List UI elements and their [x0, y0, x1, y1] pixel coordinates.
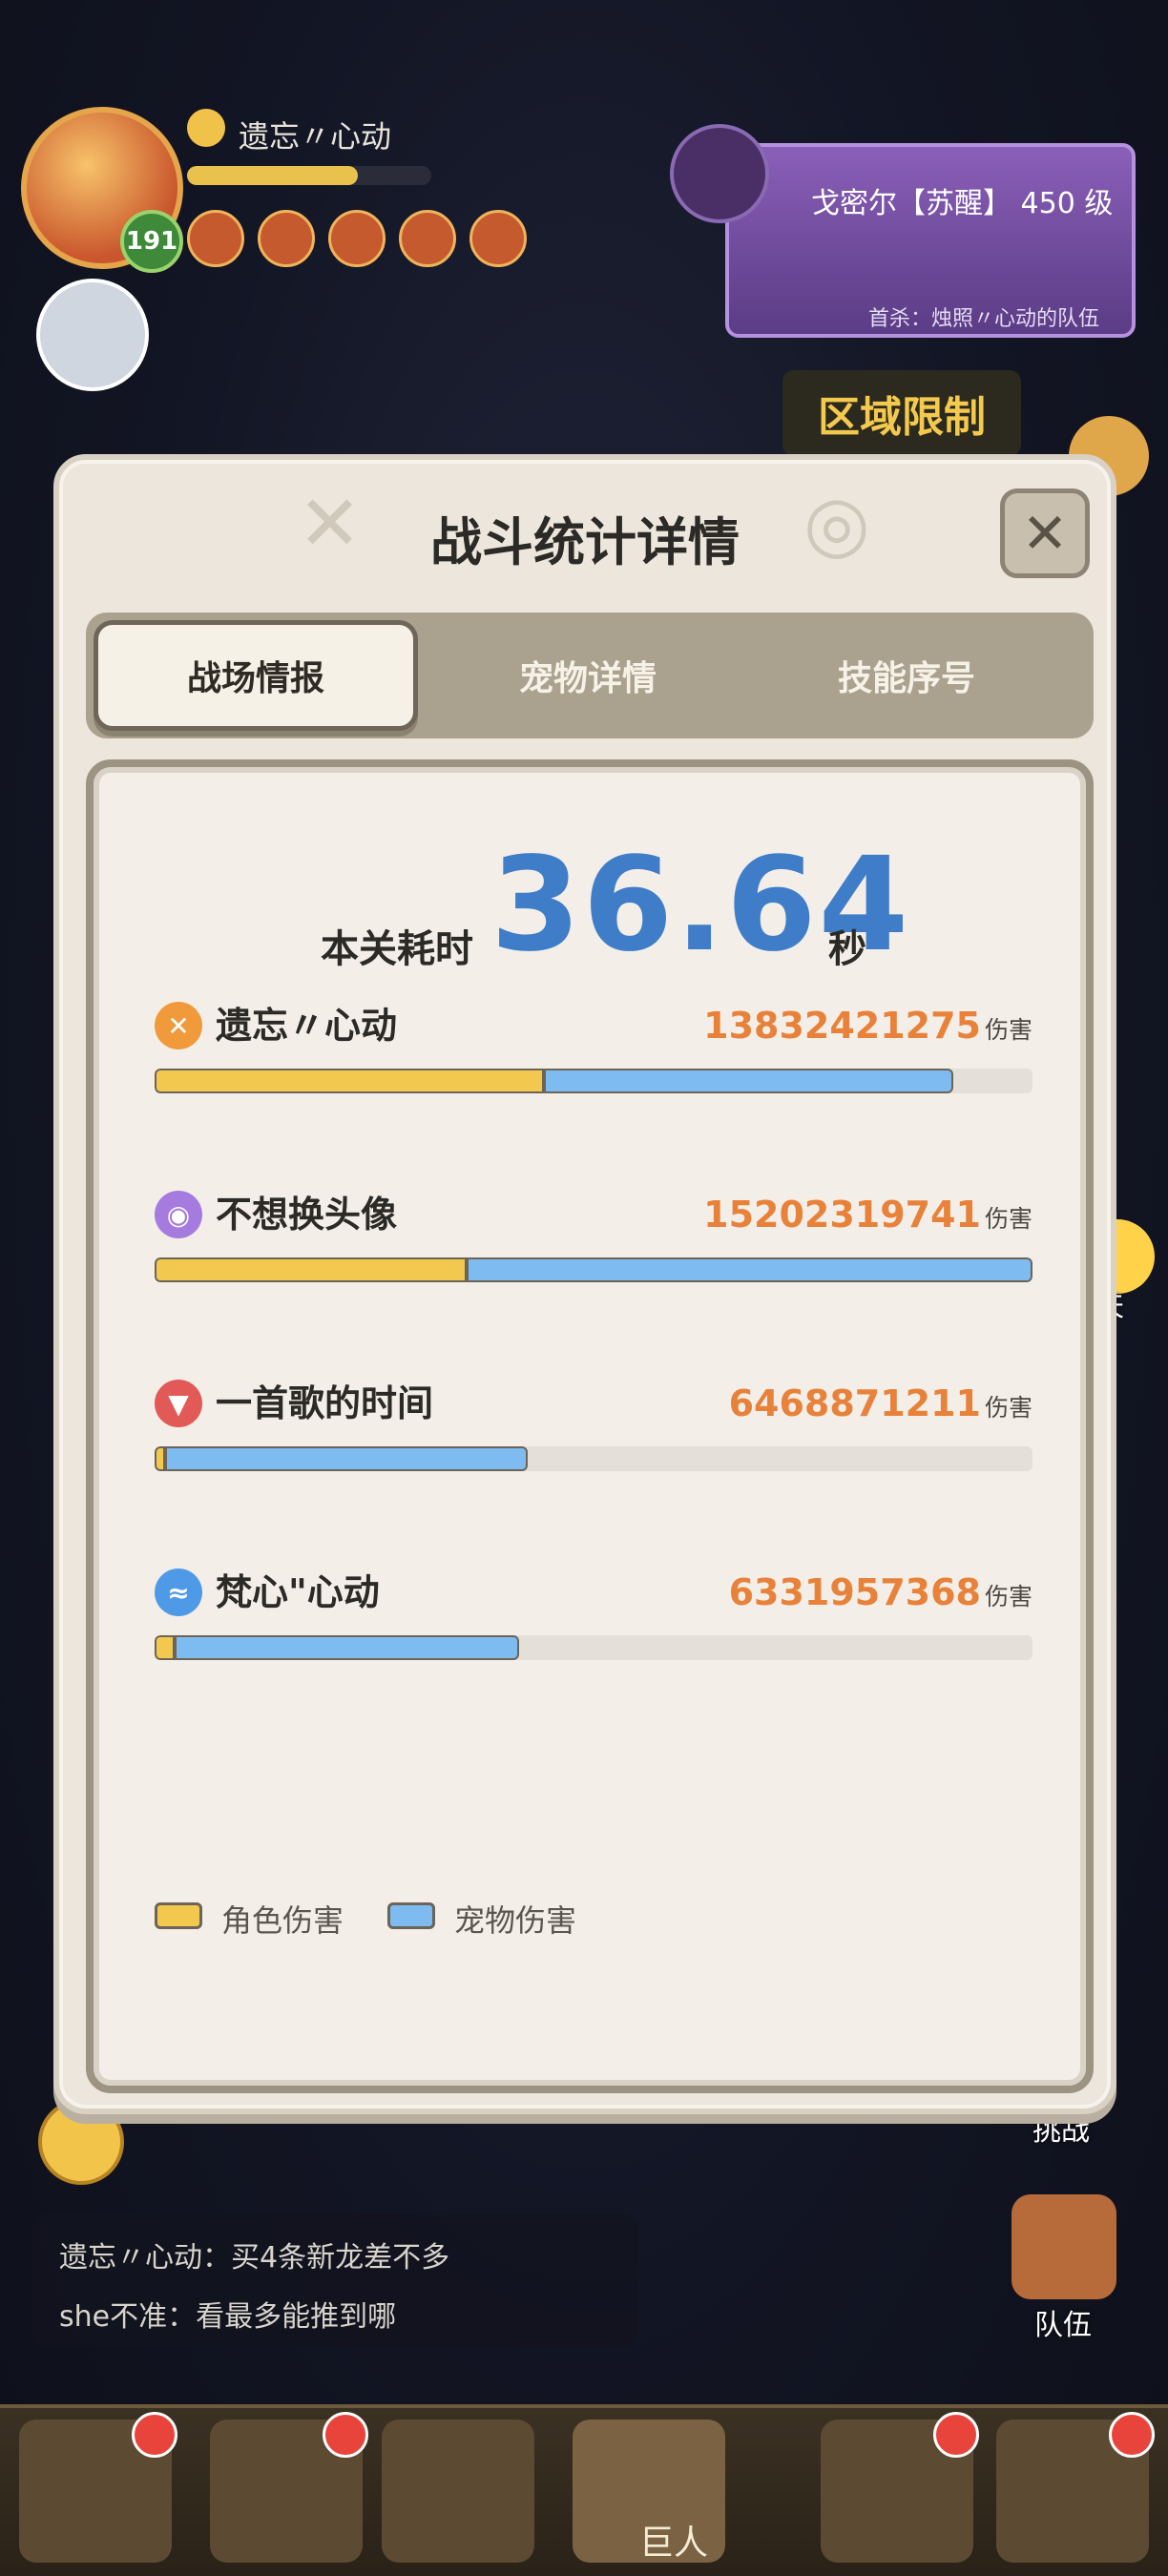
player-name: 遗忘〃心动 [239, 118, 392, 155]
sword-icon: ✕ [155, 1002, 202, 1049]
damage-unit: 伤害 [984, 1394, 1032, 1422]
damage-unit: 伤害 [984, 1583, 1032, 1610]
modal-title: 战斗统计详情 [430, 512, 740, 572]
close-button[interactable]: ✕ [1000, 488, 1090, 578]
damage-value-wrap: 6468871211 伤害 [729, 1380, 1032, 1432]
legend-role-label: 角色伤害 [221, 1902, 344, 1939]
close-icon: ✕ [1021, 501, 1069, 566]
notification-dot [1109, 2412, 1155, 2458]
player-damage-row: ◉ 不想换头像 15202319741 伤害 [155, 1191, 1032, 1296]
player-name: 梵心"心动 [216, 1571, 380, 1613]
damage-unit: 伤害 [984, 1016, 1032, 1044]
player-damage-row: ≈ 梵心"心动 6331957368 伤害 [155, 1568, 1032, 1673]
damage-unit: 伤害 [984, 1205, 1032, 1233]
legend-role-swatch [155, 1902, 202, 1929]
damage-value-wrap: 13832421275 伤害 [703, 1002, 1032, 1054]
nav-item[interactable] [210, 2412, 368, 2563]
tab-bar: 战场情报 宠物详情 技能序号 [86, 613, 1094, 738]
legend-pet-label: 宠物伤害 [454, 1902, 577, 1939]
role-damage-segment [155, 1257, 467, 1282]
chat-message: 遗忘〃心动：买4条新龙差不多 [59, 2241, 450, 2275]
pet-damage-segment [165, 1446, 528, 1471]
damage-bar-track [155, 1257, 1032, 1282]
player-damage-row: ▼ 一首歌的时间 6468871211 伤害 [155, 1380, 1032, 1485]
role-damage-segment [155, 1446, 166, 1471]
notification-dot [323, 2412, 368, 2458]
damage-value-wrap: 15202319741 伤害 [703, 1191, 1032, 1243]
chat-log[interactable]: 遗忘〃心动：买4条新龙差不多 she不准：看最多能推到哪 [32, 2213, 637, 2347]
battle-info-panel: 本关耗时 36.64 秒 ✕ 遗忘〃心动 13832421275 伤害 ◉ 不想换头像 15… [86, 759, 1094, 2093]
buff-icon[interactable] [328, 210, 386, 267]
region-limit-banner: 区域限制 [782, 370, 1021, 456]
pet-damage-segment [466, 1257, 1032, 1282]
player-energy-bar [187, 166, 431, 185]
damage-value: 15202319741 [703, 1194, 981, 1236]
player-name: 一首歌的时间 [216, 1382, 434, 1424]
damage-value: 6331957368 [728, 1571, 981, 1613]
team-label[interactable]: 队伍 [1034, 2301, 1092, 2343]
nav-item[interactable] [996, 2412, 1155, 2563]
tab-pet-details[interactable]: 宠物详情 [426, 620, 750, 731]
damage-bar-track [155, 1635, 1032, 1660]
player-emote-icon [187, 109, 225, 147]
notification-dot [933, 2412, 979, 2458]
nav-label-giant: 巨人 [639, 2524, 709, 2563]
nav-item[interactable] [382, 2420, 534, 2563]
buff-icon[interactable] [469, 210, 527, 267]
chat-message: she不准：看最多能推到哪 [59, 2300, 397, 2334]
swirl-icon: ◉ [155, 1191, 202, 1238]
player-name: 不想换头像 [216, 1194, 398, 1236]
zone-first-kill: 首杀：烛照〃心动的队伍 [868, 307, 1100, 331]
boss-avatar [670, 124, 769, 223]
player-damage-row: ✕ 遗忘〃心动 13832421275 伤害 [155, 1002, 1032, 1107]
notification-dot [132, 2412, 177, 2458]
time-label: 本关耗时 [321, 927, 473, 971]
teammate-avatar[interactable] [36, 279, 149, 391]
buff-icon[interactable] [187, 210, 244, 267]
player-name: 遗忘〃心动 [216, 1005, 398, 1047]
tab-battle-info[interactable]: 战场情报 [94, 620, 418, 731]
player-level-badge: 191 [120, 210, 183, 273]
team-button-icon[interactable] [1012, 2194, 1116, 2299]
damage-value: 6468871211 [728, 1382, 981, 1424]
wave-icon: ≈ [155, 1568, 202, 1616]
battle-stats-modal: ✕ ◎ 战斗统计详情 ✕ 战场情报 宠物详情 技能序号 本关耗时 36.64 秒… [53, 454, 1116, 2114]
mask-icon: ▼ [155, 1380, 202, 1427]
damage-value: 13832421275 [703, 1005, 981, 1047]
role-damage-segment [155, 1069, 544, 1093]
pet-damage-segment [175, 1635, 519, 1660]
tab-skill-order[interactable]: 技能序号 [744, 620, 1069, 731]
time-unit: 秒 [828, 927, 866, 971]
pet-damage-segment [543, 1069, 954, 1093]
nav-item[interactable] [821, 2412, 979, 2563]
role-damage-segment [155, 1635, 176, 1660]
buff-icon[interactable] [258, 210, 315, 267]
damage-bar-track [155, 1069, 1032, 1093]
zone-title: 戈密尔【苏醒】 450 级 [811, 187, 1114, 220]
buff-icon[interactable] [399, 210, 456, 267]
nav-item[interactable] [19, 2412, 177, 2563]
damage-value-wrap: 6331957368 伤害 [729, 1568, 1032, 1621]
damage-bar-track [155, 1446, 1032, 1471]
legend-pet-swatch [387, 1902, 435, 1929]
